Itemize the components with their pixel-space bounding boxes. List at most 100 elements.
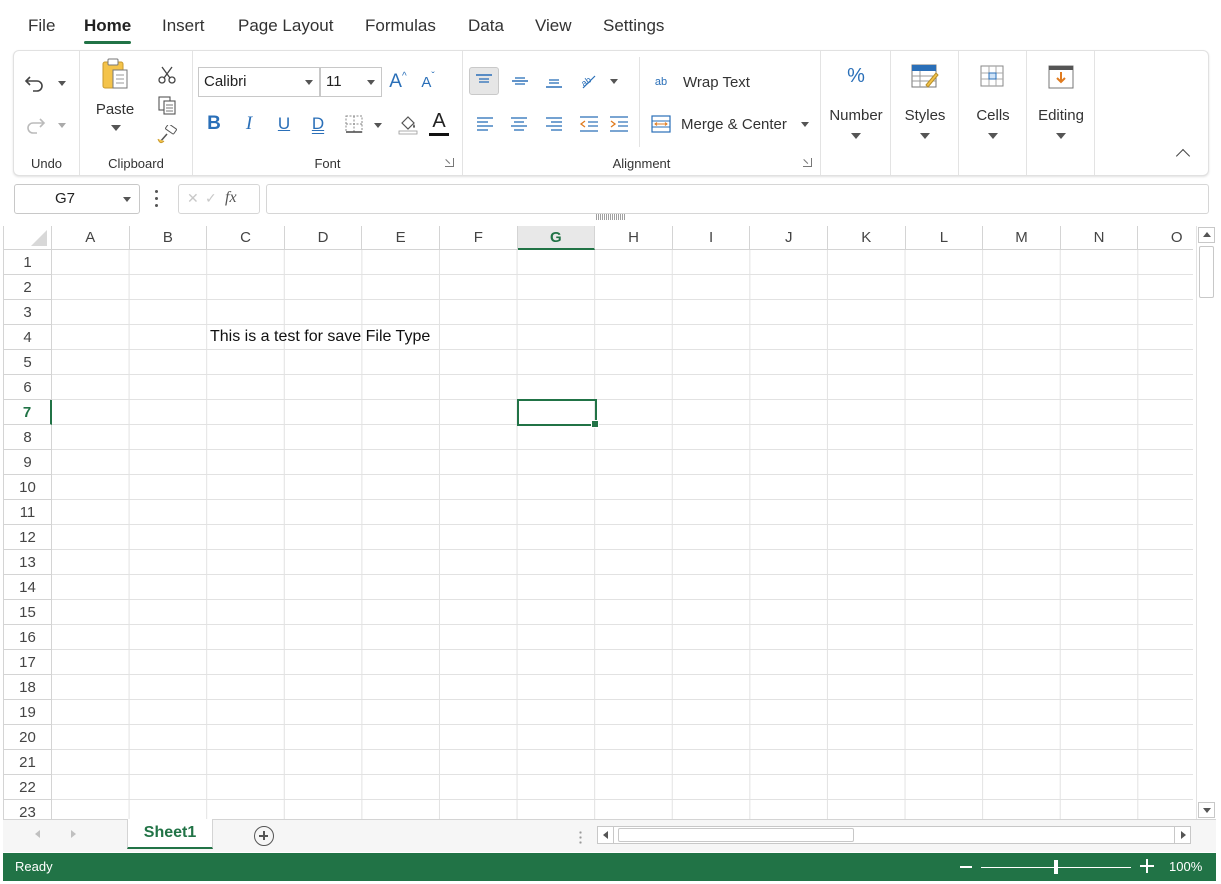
row-header-13[interactable]: 13 xyxy=(4,550,52,575)
row-header-3[interactable]: 3 xyxy=(4,300,52,325)
row-header-15[interactable]: 15 xyxy=(4,600,52,625)
row-header-19[interactable]: 19 xyxy=(4,700,52,725)
scroll-right-button[interactable] xyxy=(1174,827,1190,843)
column-header-d[interactable]: D xyxy=(284,226,363,250)
tab-insert[interactable]: Insert xyxy=(162,14,205,40)
italic-button[interactable]: I xyxy=(238,111,260,137)
editing-button[interactable]: Editing xyxy=(1027,57,1095,167)
zoom-slider-thumb[interactable] xyxy=(1054,860,1058,874)
scroll-down-button[interactable] xyxy=(1198,802,1215,818)
merge-center-button[interactable]: Merge & Center xyxy=(651,111,816,137)
column-header-f[interactable]: F xyxy=(440,226,518,250)
column-header-h[interactable]: H xyxy=(595,226,673,250)
cells-button[interactable]: Cells xyxy=(959,57,1027,167)
column-header-o[interactable]: O xyxy=(1138,226,1193,250)
styles-button[interactable]: Styles xyxy=(891,57,959,167)
undo-button[interactable] xyxy=(22,71,48,95)
tab-page-layout[interactable]: Page Layout xyxy=(238,14,333,40)
select-all-corner[interactable] xyxy=(4,226,52,250)
copy-button[interactable] xyxy=(154,93,180,117)
undo-dropdown-caret[interactable] xyxy=(58,81,66,86)
font-size-select[interactable]: 11 xyxy=(320,67,382,97)
align-center-button[interactable] xyxy=(507,111,531,137)
editing-group[interactable]: Editing xyxy=(1027,51,1095,175)
row-header-8[interactable]: 8 xyxy=(4,425,52,450)
alignment-dialog-launcher[interactable] xyxy=(803,158,812,167)
redo-button[interactable] xyxy=(22,113,48,137)
column-header-k[interactable]: K xyxy=(828,226,906,250)
align-right-button[interactable] xyxy=(542,111,566,137)
row-header-11[interactable]: 11 xyxy=(4,500,52,525)
paste-button[interactable]: Paste xyxy=(90,57,140,147)
decrease-font-button[interactable]: Aˇ xyxy=(417,69,439,95)
borders-button[interactable] xyxy=(343,113,365,135)
active-cell-g7[interactable] xyxy=(517,399,599,428)
column-header-g[interactable]: G xyxy=(517,226,596,250)
enter-icon[interactable]: ✓ xyxy=(205,190,217,207)
formula-bar-resize-handle[interactable] xyxy=(596,214,626,220)
cell-c4[interactable]: This is a test for save File Type xyxy=(210,328,430,346)
redo-dropdown-caret[interactable] xyxy=(58,123,66,128)
prev-sheet-icon[interactable] xyxy=(35,830,40,838)
align-top-button[interactable] xyxy=(469,67,499,95)
cut-button[interactable] xyxy=(154,63,180,87)
fill-color-button[interactable] xyxy=(396,111,420,137)
row-header-9[interactable]: 9 xyxy=(4,450,52,475)
column-header-b[interactable]: B xyxy=(129,226,208,250)
row-header-12[interactable]: 12 xyxy=(4,525,52,550)
more-options-icon[interactable] xyxy=(155,190,159,210)
next-sheet-icon[interactable] xyxy=(71,830,76,838)
column-header-c[interactable]: C xyxy=(207,226,285,250)
cells-group[interactable]: Cells xyxy=(959,51,1027,175)
horizontal-scroll-thumb[interactable] xyxy=(618,828,854,842)
row-header-18[interactable]: 18 xyxy=(4,675,52,700)
borders-dropdown-caret[interactable] xyxy=(374,123,382,128)
tab-file[interactable]: File xyxy=(28,14,55,40)
row-header-14[interactable]: 14 xyxy=(4,575,52,600)
tab-view[interactable]: View xyxy=(535,14,572,40)
align-left-button[interactable] xyxy=(473,111,497,137)
font-color-button[interactable]: A xyxy=(427,109,451,137)
formula-input[interactable] xyxy=(266,184,1209,214)
row-header-20[interactable]: 20 xyxy=(4,725,52,750)
row-header-23[interactable]: 23 xyxy=(4,800,52,819)
scroll-up-button[interactable] xyxy=(1198,227,1215,243)
column-header-j[interactable]: J xyxy=(750,226,828,250)
horizontal-scrollbar[interactable] xyxy=(597,826,1191,844)
align-middle-button[interactable] xyxy=(505,67,535,95)
zoom-in-icon[interactable] xyxy=(1140,859,1154,873)
wrap-text-button[interactable]: ab Wrap Text xyxy=(651,69,811,95)
tabbar-splitter-handle[interactable] xyxy=(579,830,582,844)
row-header-10[interactable]: 10 xyxy=(4,475,52,500)
column-header-e[interactable]: E xyxy=(362,226,440,250)
orientation-button[interactable]: ab xyxy=(577,67,601,95)
align-bottom-button[interactable] xyxy=(539,67,569,95)
increase-indent-button[interactable] xyxy=(607,111,631,137)
tab-data[interactable]: Data xyxy=(468,14,504,40)
column-header-n[interactable]: N xyxy=(1060,226,1139,250)
add-sheet-icon[interactable] xyxy=(254,826,274,846)
tab-formulas[interactable]: Formulas xyxy=(365,14,436,40)
collapse-ribbon-icon[interactable] xyxy=(1175,148,1191,164)
cancel-icon[interactable]: ✕ xyxy=(187,190,199,207)
column-header-i[interactable]: I xyxy=(672,226,751,250)
column-header-l[interactable]: L xyxy=(905,226,984,250)
row-header-16[interactable]: 16 xyxy=(4,625,52,650)
styles-group[interactable]: Styles xyxy=(891,51,959,175)
underline-button[interactable]: U xyxy=(273,111,295,137)
row-header-5[interactable]: 5 xyxy=(4,350,52,375)
row-header-17[interactable]: 17 xyxy=(4,650,52,675)
row-header-7[interactable]: 7 xyxy=(4,400,52,425)
font-family-select[interactable]: Calibri xyxy=(198,67,320,97)
column-header-a[interactable]: A xyxy=(52,226,130,250)
vertical-scroll-thumb[interactable] xyxy=(1199,246,1214,298)
name-box[interactable]: G7 xyxy=(14,184,140,214)
scroll-left-button[interactable] xyxy=(598,827,614,843)
vertical-scrollbar[interactable] xyxy=(1196,226,1216,819)
row-header-22[interactable]: 22 xyxy=(4,775,52,800)
row-header-21[interactable]: 21 xyxy=(4,750,52,775)
zoom-out-icon[interactable] xyxy=(960,866,972,868)
increase-font-button[interactable]: A ^ xyxy=(387,69,409,95)
column-header-m[interactable]: M xyxy=(983,226,1061,250)
row-header-4[interactable]: 4 xyxy=(4,325,52,350)
